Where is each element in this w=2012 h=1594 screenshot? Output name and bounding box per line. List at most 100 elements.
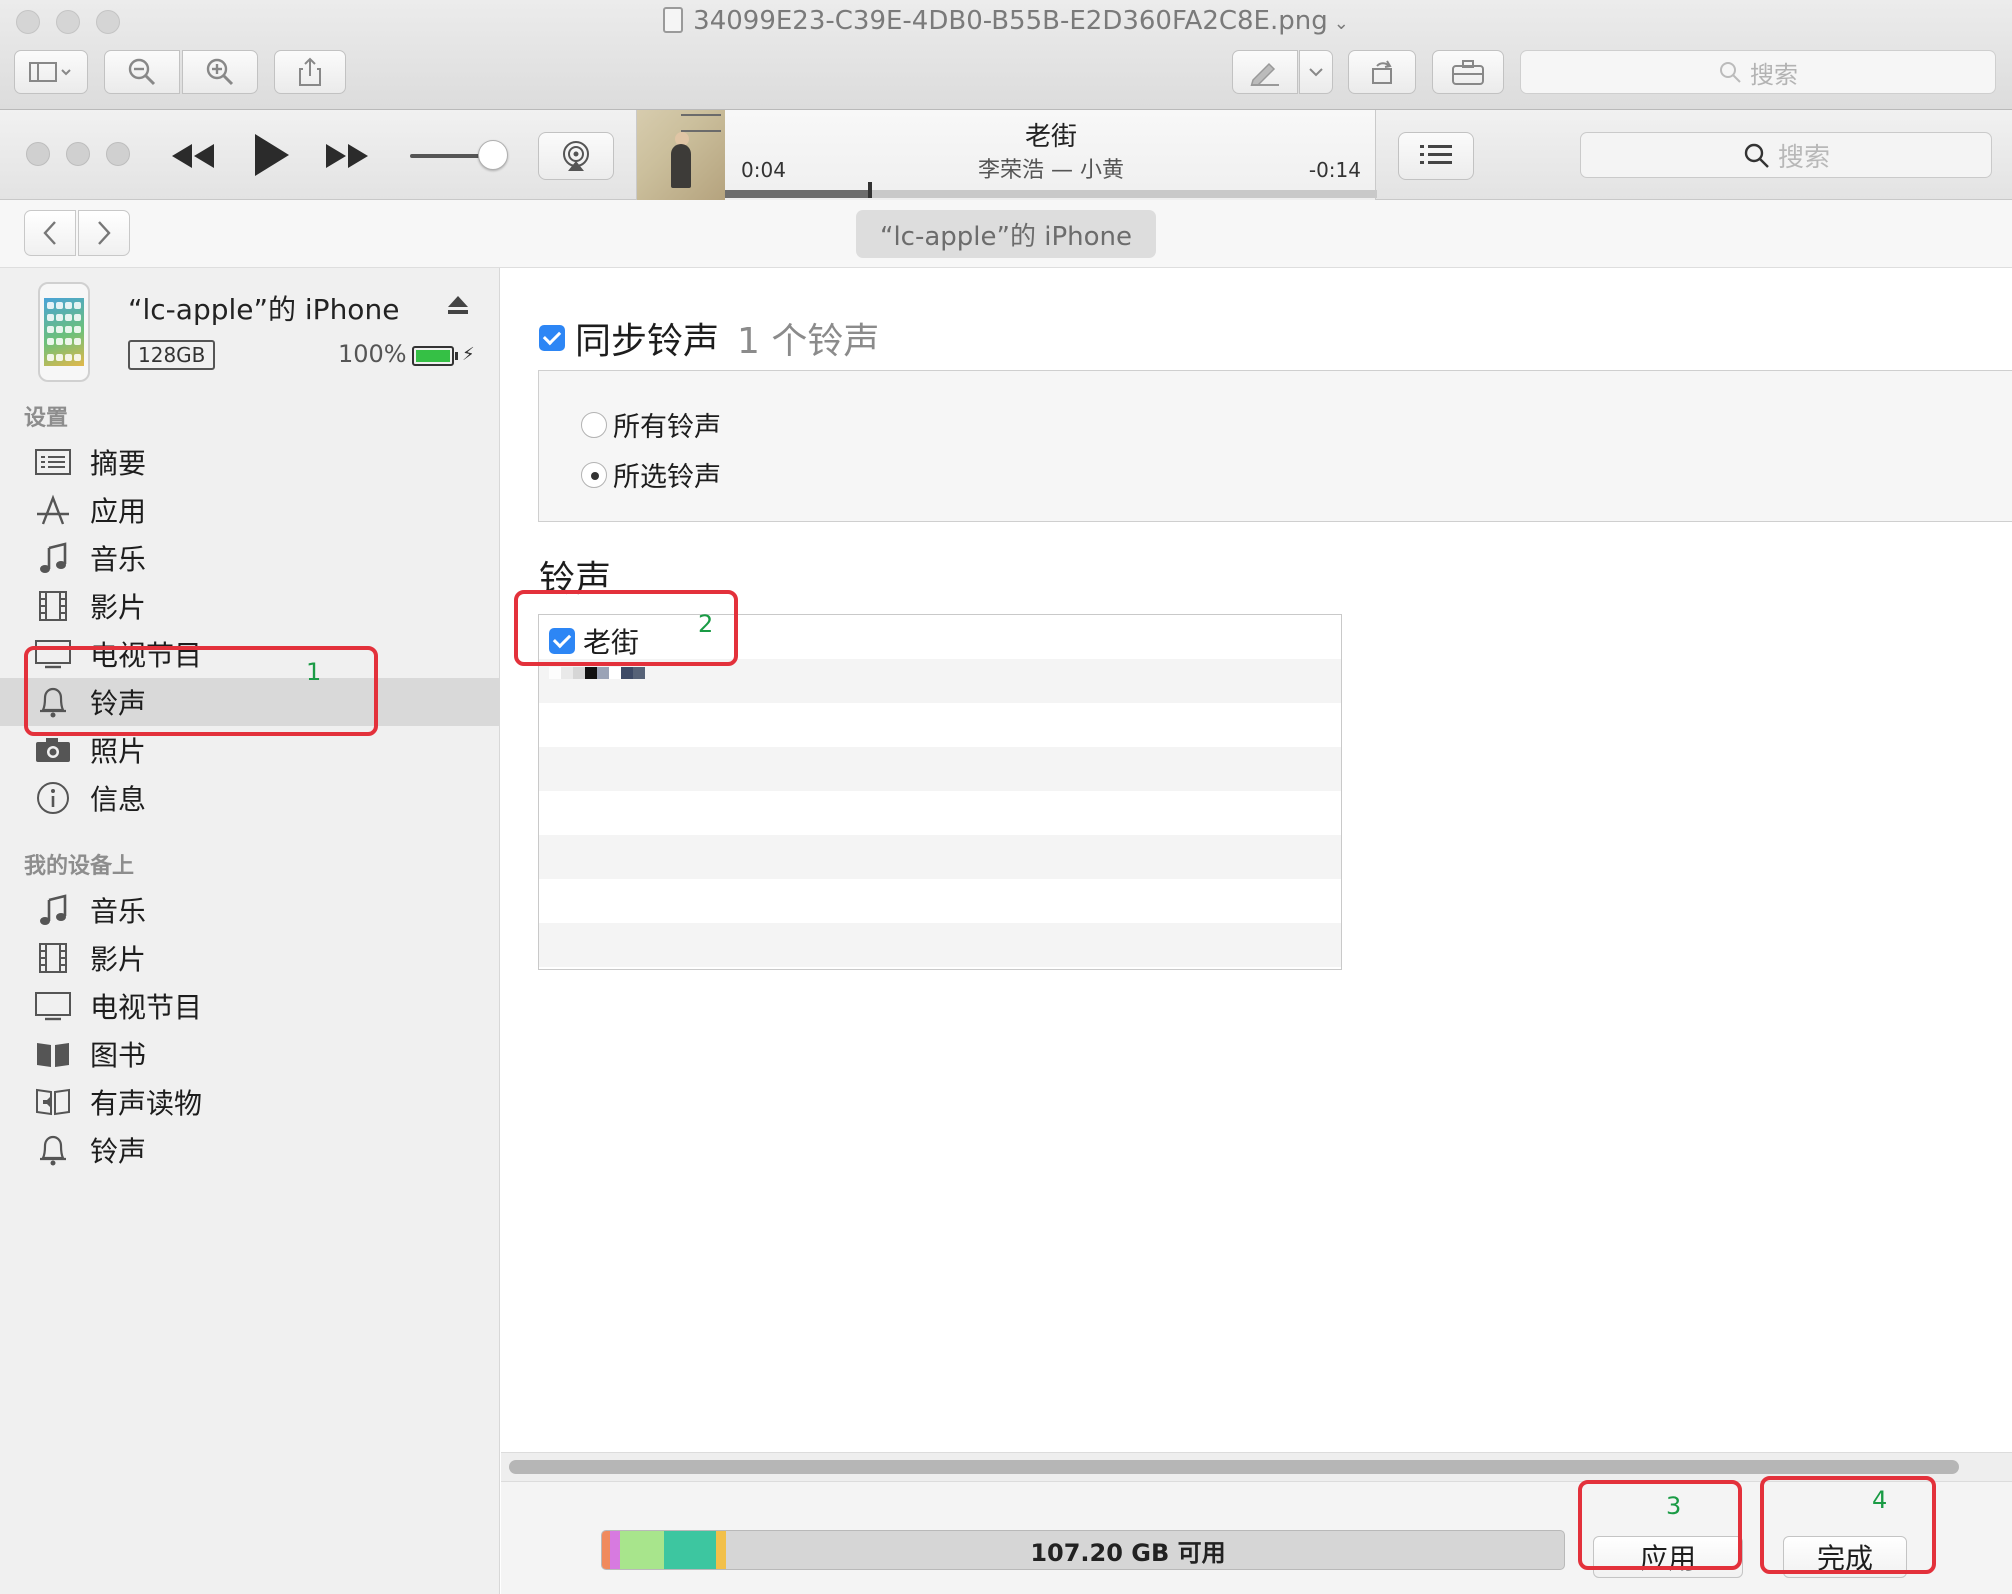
sidebar-item-label: 音乐 [90,543,147,576]
sidebar-item-apps[interactable]: 应用 [0,486,500,534]
sidebar-item-music[interactable]: 音乐 [0,534,500,582]
battery-icon [412,346,454,366]
sidebar-item-label: 信息 [90,783,147,816]
chevron-right-icon [98,221,111,245]
device-button[interactable]: “lc-apple”的 iPhone [856,210,1156,258]
playhead[interactable] [868,182,873,198]
window-title[interactable]: 34099E23-C39E-4DB0-B55B-E2D360FA2C8E.png… [0,6,2012,36]
sidebar-item-movies[interactable]: 影片 [0,582,500,630]
zoom-out-button[interactable] [104,50,180,94]
zoom-in-icon [206,58,234,86]
album-artwork[interactable] [637,110,725,200]
sync-tones-label[interactable]: 同步铃声 [575,312,719,364]
toolbox-button[interactable] [1432,50,1504,94]
rewind-button[interactable] [168,138,218,174]
pixelated-artifact [549,667,645,679]
sidebar-item-label: 应用 [90,495,147,528]
search-icon [1720,62,1741,83]
document-icon [663,7,684,33]
song-title: 老街 [1024,122,1077,152]
sidebar-item-device-books[interactable]: 图书 [0,1030,500,1078]
sidebar-item-label: 摘要 [90,447,147,480]
charging-bolt-icon: ⚡ [462,344,475,365]
selected-tones-label: 所选铃声 [613,462,721,493]
main-content: 同步铃声 1 个铃声 所有铃声 所选铃声 铃声 老街 107.20 GB 可用 … [501,268,2012,1594]
rotate-icon [1372,60,1392,84]
playback-progress-bar[interactable] [725,182,1377,198]
window-title-text: 34099E23-C39E-4DB0-B55B-E2D360FA2C8E.png [693,6,1328,36]
info-icon [34,782,72,814]
preview-titlebar: 34099E23-C39E-4DB0-B55B-E2D360FA2C8E.png… [0,0,2012,110]
list-row [539,791,1341,835]
selected-tones-radio[interactable] [581,461,607,488]
rotate-button[interactable] [1348,50,1416,94]
itunes-zoom-button[interactable] [106,142,130,166]
battery-cap [455,352,458,360]
sidebar-item-label: 图书 [90,1039,147,1072]
preview-search-field[interactable]: 搜索 [1520,50,1996,94]
device-name: “lc-apple”的 iPhone [128,293,400,326]
play-button[interactable] [248,130,294,180]
volume-knob[interactable] [478,140,508,170]
annotation-box-3 [1578,1480,1742,1570]
zoom-in-button[interactable] [182,50,258,94]
airplay-button[interactable] [538,132,614,180]
list-row [539,923,1341,967]
share-button[interactable] [274,50,346,94]
on-device-section-title: 我的设备上 [24,854,135,879]
capacity-badge: 128GB [128,340,216,370]
all-tones-label: 所有铃声 [613,412,721,443]
sidebar-item-device-movies[interactable]: 影片 [0,934,500,982]
annotation-number-3: 3 [1666,1492,1682,1520]
preview-search-placeholder: 搜索 [1750,60,1798,89]
film-icon [34,590,72,622]
itunes-player-bar: 老街 李荣浩 — 小黄 0:04 -0:14 搜索 [0,110,2012,200]
sync-options-box: 所有铃声 所选铃声 [538,370,2012,522]
navigation-bar: “lc-apple”的 iPhone [0,200,2012,268]
song-artist: 李荣浩 — 小黄 [978,158,1124,183]
back-button[interactable] [24,210,76,256]
annotation-box-1 [24,646,378,736]
music-note-icon [34,894,72,926]
annotation-number-1: 1 [306,658,322,686]
chevron-down-icon [1309,68,1323,77]
music-note-icon [34,542,72,574]
sidebar-item-label: 音乐 [90,895,147,928]
iphone-icon [38,282,90,382]
selected-tones-option[interactable]: 所选铃声 [581,455,721,494]
bell-icon [34,1134,72,1166]
free-space-label: 107.20 GB 可用 [1030,1538,1226,1567]
toolbox-icon [1452,60,1484,85]
horizontal-scrollbar-thumb[interactable] [509,1460,1959,1474]
apps-icon [34,494,72,526]
markup-menu-button[interactable] [1299,50,1333,94]
itunes-close-button[interactable] [26,142,50,166]
sidebar-item-device-music[interactable]: 音乐 [0,886,500,934]
list-icon [1420,145,1452,164]
up-next-button[interactable] [1398,132,1474,180]
sidebar-toggle-button[interactable] [14,50,88,94]
sync-tones-checkbox[interactable] [539,325,565,351]
now-playing-display: 老街 李荣浩 — 小黄 0:04 -0:14 [636,110,1377,200]
sidebar-item-device-audiobooks[interactable]: 有声读物 [0,1078,500,1126]
markup-button[interactable] [1232,50,1298,94]
all-tones-radio[interactable] [581,411,607,438]
tv-icon [34,990,72,1022]
sidebar-item-device-tones[interactable]: 铃声 [0,1126,500,1174]
fast-forward-button[interactable] [322,138,372,174]
all-tones-option[interactable]: 所有铃声 [581,405,721,444]
forward-button[interactable] [78,210,130,256]
sidebar-item-label: 铃声 [90,1135,147,1168]
sync-tones-row: 同步铃声 1 个铃声 [539,312,879,364]
sidebar-item-device-tv-shows[interactable]: 电视节目 [0,982,500,1030]
sidebar-item-info[interactable]: 信息 [0,774,500,822]
itunes-minimize-button[interactable] [66,142,90,166]
pen-icon [1250,62,1279,86]
camera-icon [34,734,72,766]
search-icon [1744,143,1769,168]
eject-icon[interactable] [446,294,470,316]
sidebar-item-summary[interactable]: 摘要 [0,438,500,486]
itunes-search-field[interactable]: 搜索 [1580,132,1992,178]
list-row [539,835,1341,879]
tone-count: 1 个铃声 [737,321,880,362]
